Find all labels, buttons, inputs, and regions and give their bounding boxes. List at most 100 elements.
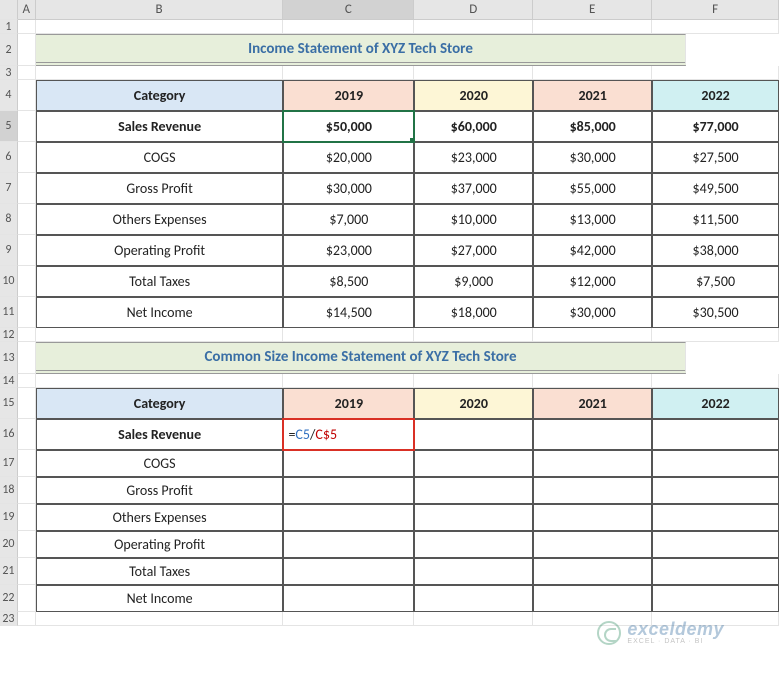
row-label[interactable]: Sales Revenue — [36, 111, 284, 142]
cell[interactable] — [18, 20, 36, 34]
cell-C16-formula[interactable]: =C5/C$5 — [283, 419, 414, 450]
cell[interactable] — [18, 477, 36, 504]
cell-E5[interactable]: $85,000 — [533, 111, 652, 142]
row-header-4[interactable]: 4 — [0, 80, 18, 111]
cell[interactable] — [414, 477, 533, 504]
cell-C5[interactable]: $50,000 — [283, 111, 414, 142]
cell[interactable] — [652, 450, 779, 477]
col-header-B[interactable]: B — [36, 0, 284, 19]
row-header-5[interactable]: 5 — [0, 111, 18, 142]
cell[interactable] — [283, 20, 414, 34]
cell[interactable] — [18, 558, 36, 585]
row-label[interactable]: Gross Profit — [36, 477, 284, 504]
cell[interactable] — [283, 477, 414, 504]
cell[interactable] — [652, 20, 779, 34]
col-header-F[interactable]: F — [652, 0, 779, 19]
row-header-8[interactable]: 8 — [0, 204, 18, 235]
cell[interactable] — [414, 585, 533, 612]
cell[interactable] — [652, 419, 779, 450]
cell[interactable] — [533, 419, 652, 450]
cell[interactable] — [18, 111, 36, 142]
cell[interactable]: $23,000 — [414, 142, 533, 173]
row-header-12[interactable]: 12 — [0, 328, 18, 342]
row-label[interactable]: Total Taxes — [36, 266, 284, 297]
row-label[interactable]: Others Expenses — [36, 204, 284, 235]
col-header-E[interactable]: E — [533, 0, 652, 19]
cell[interactable] — [533, 374, 652, 388]
cell[interactable]: $49,500 — [652, 173, 779, 204]
th-category-2[interactable]: Category — [36, 388, 284, 419]
cell[interactable] — [18, 173, 36, 204]
row-header-21[interactable]: 21 — [0, 558, 18, 585]
row-header-11[interactable]: 11 — [0, 297, 18, 328]
cell[interactable] — [533, 585, 652, 612]
row-header-20[interactable]: 20 — [0, 531, 18, 558]
th-2020-2[interactable]: 2020 — [414, 388, 533, 419]
cell[interactable] — [414, 328, 533, 342]
cell[interactable] — [18, 235, 36, 266]
cell[interactable] — [283, 585, 414, 612]
cell[interactable] — [533, 558, 652, 585]
cell[interactable]: $30,500 — [652, 297, 779, 328]
cell[interactable] — [414, 66, 533, 80]
th-2022[interactable]: 2022 — [652, 80, 779, 111]
title-income-statement[interactable]: Income Statement of XYZ Tech Store — [36, 34, 686, 66]
cell[interactable] — [652, 585, 779, 612]
row-label[interactable]: Sales Revenue — [36, 419, 284, 450]
cell[interactable] — [652, 328, 779, 342]
cell[interactable] — [533, 328, 652, 342]
row-label[interactable]: Total Taxes — [36, 558, 284, 585]
cell[interactable]: $38,000 — [652, 235, 779, 266]
row-header-10[interactable]: 10 — [0, 266, 18, 297]
cell[interactable]: $12,000 — [533, 266, 652, 297]
col-header-D[interactable]: D — [414, 0, 533, 19]
th-2021[interactable]: 2021 — [533, 80, 652, 111]
cell[interactable]: $30,000 — [533, 142, 652, 173]
cell[interactable] — [414, 531, 533, 558]
cell[interactable]: $14,500 — [283, 297, 414, 328]
cell[interactable] — [652, 66, 779, 80]
cell[interactable] — [18, 66, 36, 80]
row-label[interactable]: Operating Profit — [36, 235, 284, 266]
cell[interactable] — [652, 477, 779, 504]
row-header-6[interactable]: 6 — [0, 142, 18, 173]
cell[interactable]: $9,000 — [414, 266, 533, 297]
cell[interactable] — [18, 450, 36, 477]
cell[interactable] — [533, 20, 652, 34]
th-2020[interactable]: 2020 — [414, 80, 533, 111]
col-header-A[interactable]: A — [18, 0, 36, 19]
title-common-size[interactable]: Common Size Income Statement of XYZ Tech… — [36, 342, 686, 374]
row-header-9[interactable]: 9 — [0, 235, 18, 266]
row-label[interactable]: Gross Profit — [36, 173, 284, 204]
cell[interactable] — [18, 297, 36, 328]
cell[interactable] — [36, 374, 284, 388]
row-header-23[interactable]: 23 — [0, 612, 18, 626]
row-header-2[interactable]: 2 — [0, 34, 18, 66]
row-header-16[interactable]: 16 — [0, 419, 18, 450]
row-header-22[interactable]: 22 — [0, 585, 18, 612]
cell[interactable] — [18, 204, 36, 235]
cell[interactable] — [652, 504, 779, 531]
cell[interactable]: $7,500 — [652, 266, 779, 297]
row-header-18[interactable]: 18 — [0, 477, 18, 504]
cell[interactable] — [18, 419, 36, 450]
cell[interactable] — [283, 531, 414, 558]
cell[interactable] — [18, 531, 36, 558]
cell[interactable] — [18, 504, 36, 531]
row-header-7[interactable]: 7 — [0, 173, 18, 204]
cell[interactable] — [414, 612, 533, 626]
cell[interactable] — [36, 66, 284, 80]
cell-D5[interactable]: $60,000 — [414, 111, 533, 142]
cell[interactable] — [533, 531, 652, 558]
cell[interactable]: $30,000 — [533, 297, 652, 328]
cell[interactable] — [18, 328, 36, 342]
cell[interactable]: $8,500 — [283, 266, 414, 297]
cell[interactable] — [283, 450, 414, 477]
cell[interactable] — [36, 612, 284, 626]
cell[interactable] — [18, 80, 36, 111]
cell[interactable] — [283, 558, 414, 585]
cell[interactable]: $37,000 — [414, 173, 533, 204]
cell[interactable] — [283, 504, 414, 531]
corner-cell[interactable] — [0, 0, 18, 20]
cell[interactable] — [414, 450, 533, 477]
